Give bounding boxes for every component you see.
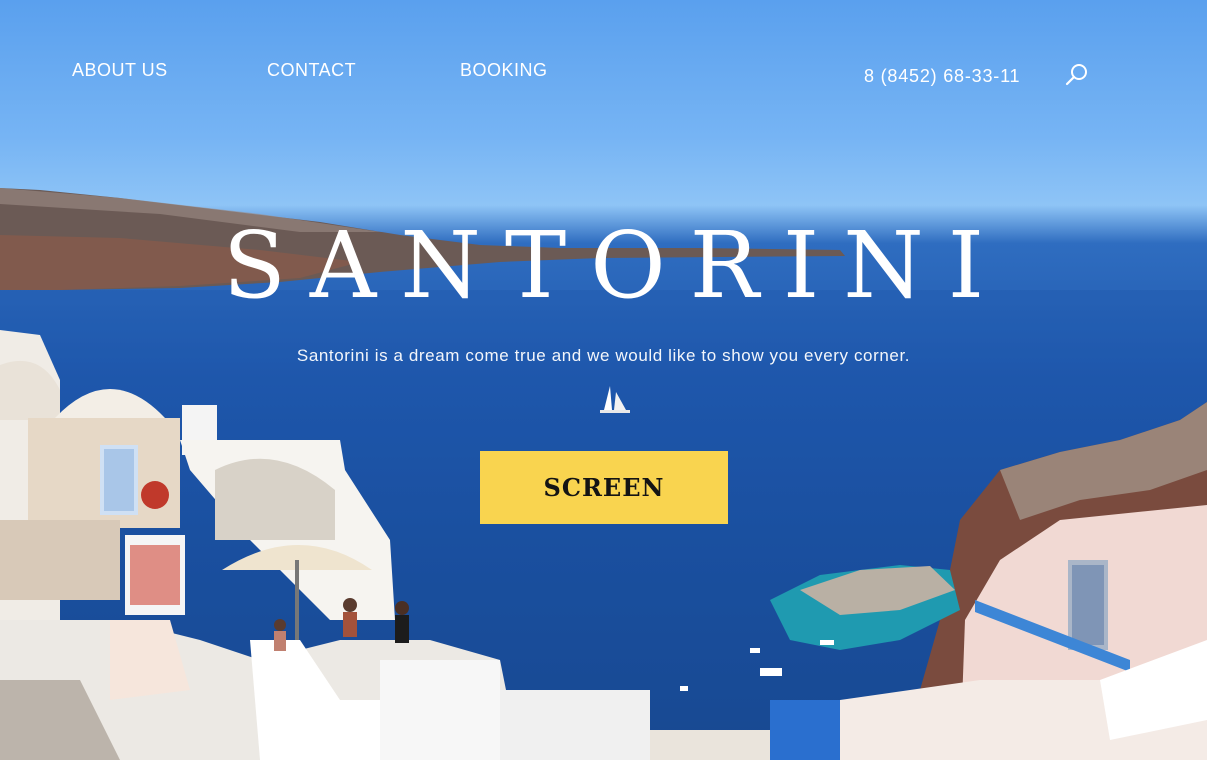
screen-button[interactable]: SCREEN xyxy=(480,451,728,524)
search-button[interactable] xyxy=(1064,62,1090,88)
hero-section: ABOUT US CONTACT BOOKING 8 (8452) 68-33-… xyxy=(0,0,1207,760)
search-icon xyxy=(1065,64,1087,86)
hero-title: SANTORINI xyxy=(222,212,1009,319)
top-navigation: ABOUT US CONTACT BOOKING xyxy=(72,60,1207,84)
nav-link-about-us[interactable]: ABOUT US xyxy=(72,60,168,81)
nav-link-booking[interactable]: BOOKING xyxy=(460,60,548,81)
phone-number[interactable]: 8 (8452) 68-33-11 xyxy=(864,66,1020,87)
santorini-background-photo xyxy=(0,188,1207,760)
hero-subtitle: Santorini is a dream come true and we wo… xyxy=(296,346,911,365)
nav-link-contact[interactable]: CONTACT xyxy=(267,60,356,81)
